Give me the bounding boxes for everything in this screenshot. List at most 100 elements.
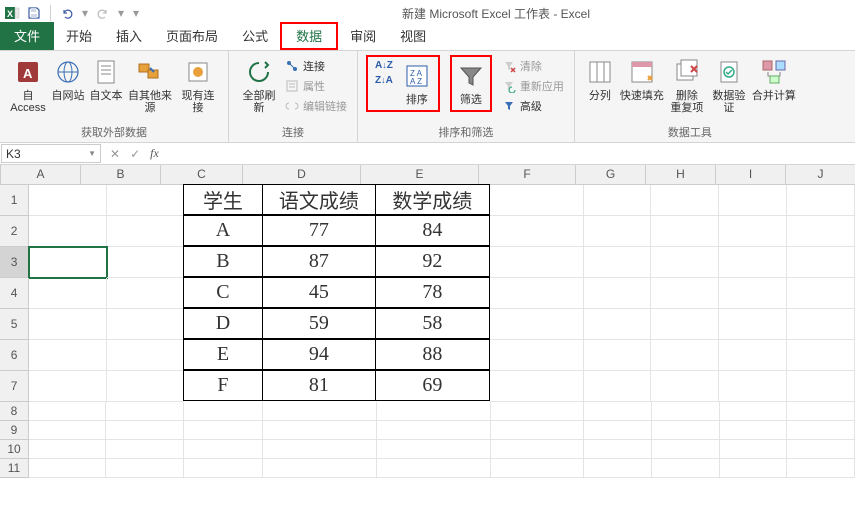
cell[interactable]	[719, 216, 787, 247]
cell[interactable]	[29, 440, 106, 459]
cell[interactable]	[652, 459, 720, 478]
cell[interactable]	[651, 185, 719, 216]
row-header[interactable]: 7	[0, 371, 29, 402]
data-cell[interactable]: E	[183, 339, 263, 370]
cell[interactable]	[652, 440, 720, 459]
worksheet-grid[interactable]: ABCDEFGHIJ 1学生语文成绩数学成绩2A77843B87924C4578…	[0, 165, 855, 478]
cell[interactable]	[787, 247, 855, 278]
remove-duplicates-button[interactable]: 删除重复项	[667, 55, 707, 116]
cell[interactable]	[107, 309, 185, 340]
undo-dropdown-icon[interactable]: ▾	[81, 5, 89, 21]
data-cell[interactable]: 69	[375, 370, 489, 401]
data-cell[interactable]: C	[183, 277, 263, 308]
cell[interactable]	[29, 278, 107, 309]
cell[interactable]	[720, 421, 788, 440]
data-cell[interactable]: 数学成绩	[375, 184, 489, 215]
cell[interactable]	[29, 216, 107, 247]
filter-button[interactable]: 筛选	[455, 59, 487, 108]
cell[interactable]	[490, 340, 584, 371]
cell[interactable]	[29, 309, 107, 340]
formula-input[interactable]	[167, 143, 855, 164]
cell[interactable]	[651, 309, 719, 340]
cell[interactable]	[651, 371, 719, 402]
data-cell[interactable]: 59	[262, 308, 376, 339]
cell[interactable]	[490, 185, 584, 216]
column-header[interactable]: B	[81, 165, 161, 185]
cell[interactable]	[651, 340, 719, 371]
cell[interactable]	[184, 402, 263, 421]
column-header[interactable]: E	[361, 165, 479, 185]
qat-customize-icon[interactable]: ▾	[131, 5, 141, 21]
cell[interactable]	[377, 402, 491, 421]
save-icon[interactable]	[26, 5, 42, 21]
cell[interactable]	[584, 340, 652, 371]
cell[interactable]	[184, 440, 263, 459]
tab-file[interactable]: 文件	[0, 22, 54, 50]
data-cell[interactable]: 58	[375, 308, 489, 339]
data-cell[interactable]: 语文成绩	[262, 184, 376, 215]
cell[interactable]	[263, 421, 377, 440]
column-header[interactable]: H	[646, 165, 716, 185]
data-cell[interactable]: A	[183, 215, 263, 246]
cell[interactable]	[719, 278, 787, 309]
tab-home[interactable]: 开始	[54, 22, 104, 50]
cell[interactable]	[787, 402, 855, 421]
cell[interactable]	[29, 247, 107, 278]
cell[interactable]	[29, 459, 106, 478]
row-header[interactable]: 1	[0, 185, 29, 216]
undo-icon[interactable]	[59, 5, 75, 21]
cell[interactable]	[651, 216, 719, 247]
cell[interactable]	[490, 309, 584, 340]
row-header[interactable]: 11	[0, 459, 29, 478]
row-header[interactable]: 8	[0, 402, 29, 421]
cell[interactable]	[719, 185, 787, 216]
advanced-filter-button[interactable]: 高级	[500, 97, 566, 115]
cell[interactable]	[184, 459, 263, 478]
cell[interactable]	[584, 402, 652, 421]
column-header[interactable]: I	[716, 165, 786, 185]
cell[interactable]	[584, 247, 652, 278]
text-to-columns-button[interactable]: 分列	[583, 55, 617, 104]
column-header[interactable]: G	[576, 165, 646, 185]
cell[interactable]	[652, 402, 720, 421]
column-header[interactable]: J	[786, 165, 855, 185]
cell[interactable]	[106, 459, 183, 478]
cell[interactable]	[377, 459, 491, 478]
cell[interactable]	[584, 459, 652, 478]
row-header[interactable]: 4	[0, 278, 29, 309]
excel-app-icon[interactable]: X	[4, 5, 20, 21]
cell[interactable]	[584, 185, 652, 216]
cell[interactable]	[490, 278, 584, 309]
cell[interactable]	[377, 421, 491, 440]
column-header[interactable]: A	[1, 165, 81, 185]
cell[interactable]	[107, 278, 185, 309]
tab-data[interactable]: 数据	[280, 22, 338, 50]
cell[interactable]	[107, 216, 185, 247]
data-cell[interactable]: 77	[262, 215, 376, 246]
cell[interactable]	[584, 278, 652, 309]
cell[interactable]	[584, 421, 652, 440]
tab-view[interactable]: 视图	[388, 22, 438, 50]
tab-review[interactable]: 审阅	[338, 22, 388, 50]
data-cell[interactable]: 81	[262, 370, 376, 401]
cell[interactable]	[651, 247, 719, 278]
cell[interactable]	[106, 402, 183, 421]
data-validation-button[interactable]: 数据验证	[709, 55, 749, 116]
row-header[interactable]: 5	[0, 309, 29, 340]
cell[interactable]	[107, 371, 185, 402]
data-cell[interactable]: D	[183, 308, 263, 339]
cell[interactable]	[490, 216, 584, 247]
cell[interactable]	[584, 440, 652, 459]
from-other-button[interactable]: 自其他来源	[126, 55, 174, 116]
cell[interactable]	[263, 440, 377, 459]
cell[interactable]	[491, 459, 585, 478]
tab-formulas[interactable]: 公式	[230, 22, 280, 50]
redo-dropdown-icon[interactable]: ▾	[117, 5, 125, 21]
sort-button[interactable]: Z AA Z 排序	[400, 59, 434, 108]
tab-page-layout[interactable]: 页面布局	[154, 22, 230, 50]
cell[interactable]	[490, 247, 584, 278]
cell[interactable]	[106, 421, 183, 440]
cell[interactable]	[787, 309, 855, 340]
cell[interactable]	[584, 371, 652, 402]
data-cell[interactable]: 94	[262, 339, 376, 370]
